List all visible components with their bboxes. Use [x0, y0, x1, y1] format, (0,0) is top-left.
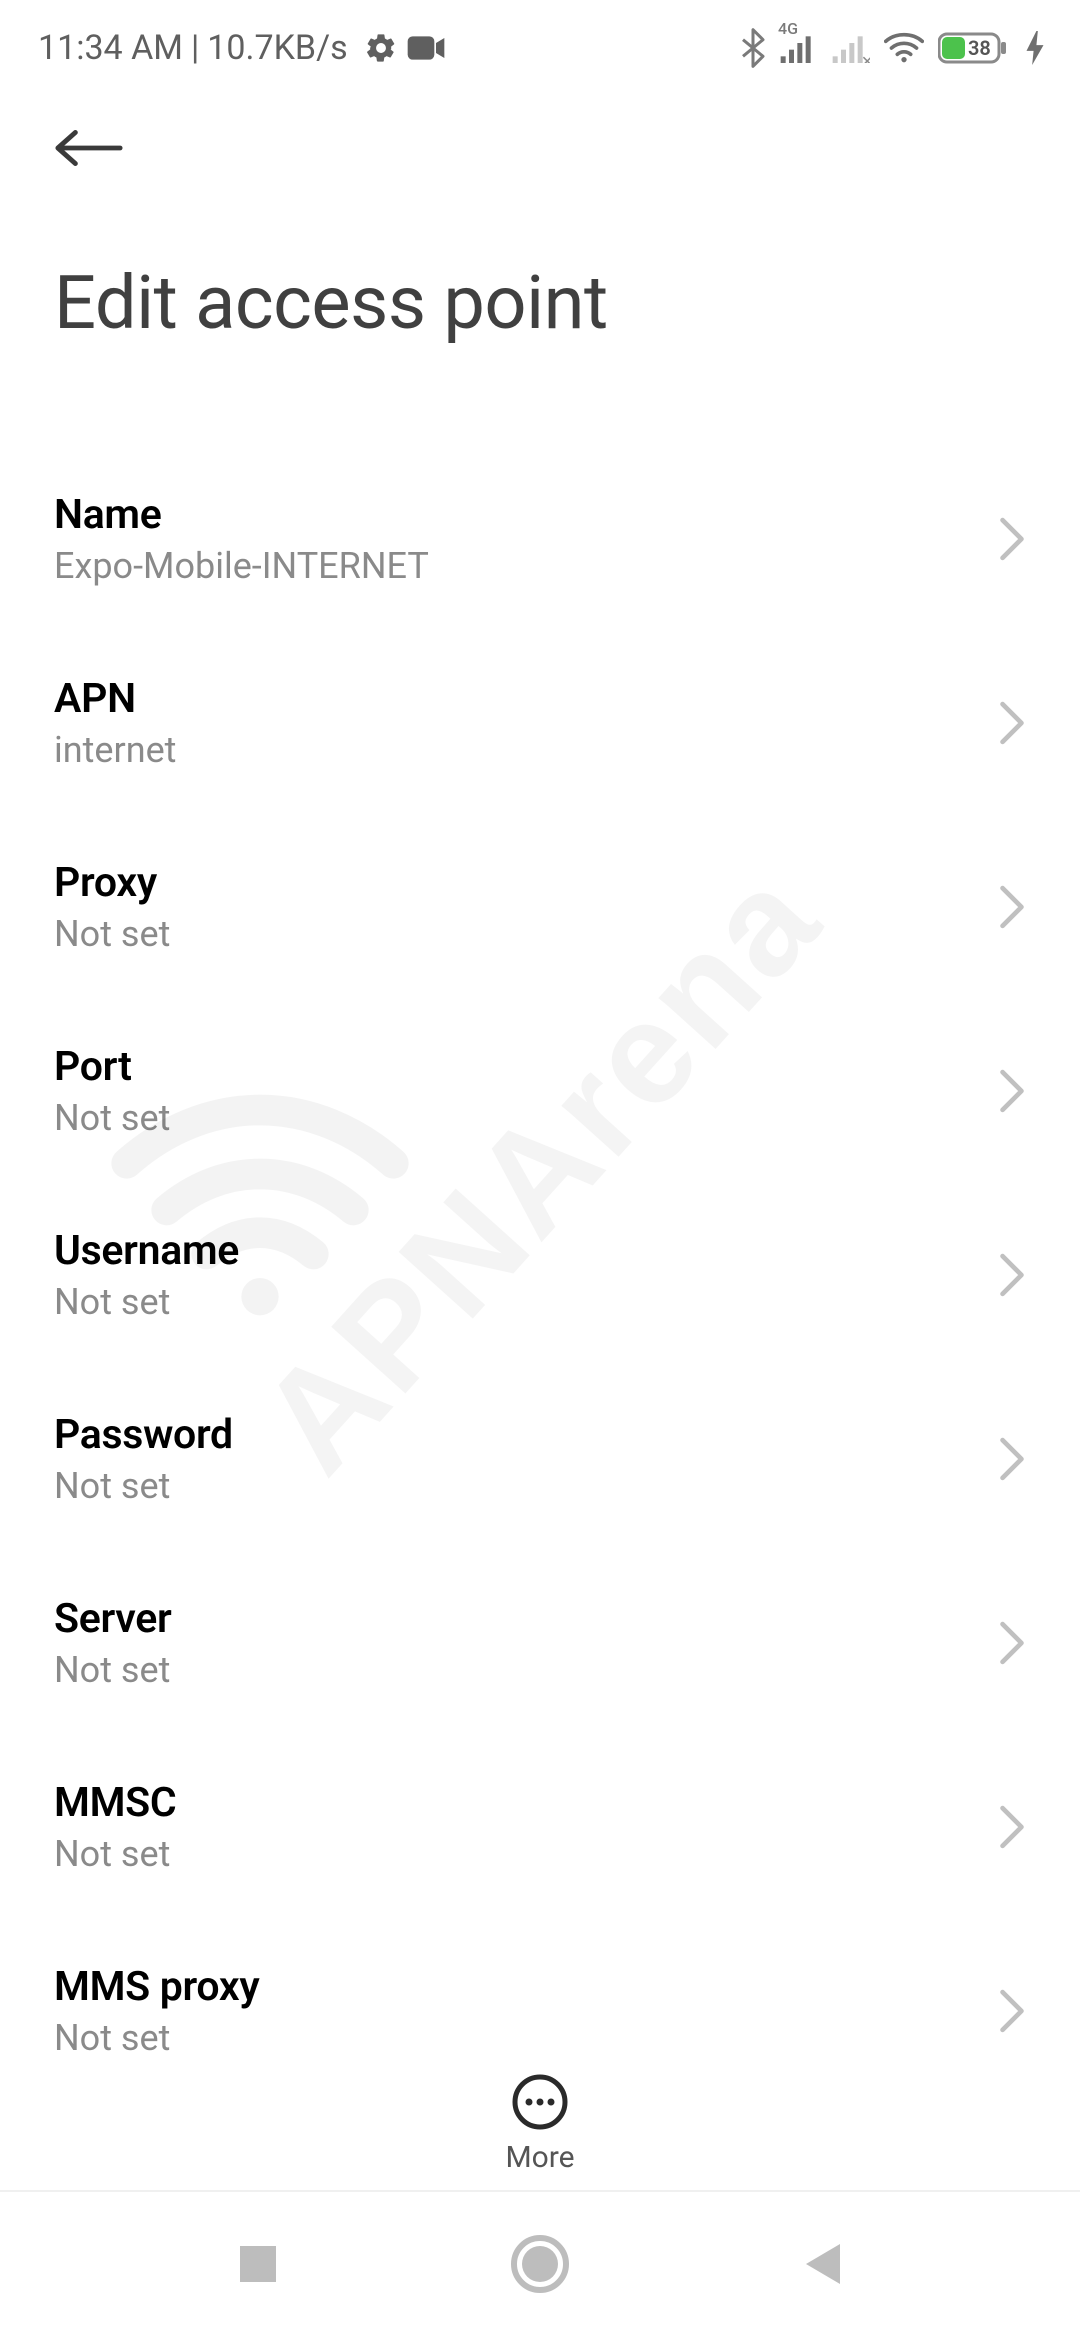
setting-value: Not set [54, 1649, 172, 1691]
signal-1-icon: 4G [780, 33, 818, 63]
chevron-right-icon [998, 1069, 1026, 1113]
setting-title: Proxy [54, 859, 170, 907]
setting-value: Expo-Mobile-INTERNET [54, 545, 429, 587]
battery-icon: 38 [938, 31, 1012, 65]
battery-text: 38 [968, 36, 991, 60]
setting-title: MMS proxy [54, 1963, 259, 2011]
setting-title: Server [54, 1595, 172, 1643]
setting-title: Name [54, 491, 429, 539]
circle-icon [511, 2235, 569, 2293]
setting-title: Username [54, 1227, 239, 1275]
status-separator: | [191, 28, 199, 68]
gear-icon [364, 31, 398, 65]
bluetooth-icon [740, 28, 766, 68]
setting-value: Not set [54, 2017, 259, 2059]
videocam-icon [406, 34, 446, 62]
app-bar [0, 78, 1080, 170]
chevron-right-icon [998, 701, 1026, 745]
settings-list: Name Expo-Mobile-INTERNET APN internet P… [0, 347, 1080, 2103]
status-time: 11:34 AM [38, 28, 183, 68]
setting-row-apn[interactable]: APN internet [0, 631, 1080, 815]
triangle-left-icon [800, 2240, 844, 2288]
bottom-action-bar: More [0, 2062, 1080, 2175]
setting-row-proxy[interactable]: Proxy Not set [0, 815, 1080, 999]
setting-value: Not set [54, 1833, 176, 1875]
status-bar: 11:34 AM | 10.7KB/s 4G ✕ 38 [0, 0, 1080, 78]
page-title: Edit access point [0, 170, 1080, 347]
setting-row-password[interactable]: Password Not set [0, 1367, 1080, 1551]
back-button[interactable] [54, 126, 124, 170]
setting-row-username[interactable]: Username Not set [0, 1183, 1080, 1367]
charging-icon [1026, 31, 1044, 65]
setting-title: Port [54, 1043, 170, 1091]
setting-value: Not set [54, 913, 170, 955]
back-arrow-icon [54, 128, 124, 168]
chevron-right-icon [998, 1989, 1026, 2033]
status-network-speed: 10.7KB/s [207, 28, 347, 68]
signal-2-icon: ✕ [832, 33, 870, 63]
setting-title: APN [54, 675, 176, 723]
chevron-right-icon [998, 885, 1026, 929]
nav-recents-button[interactable] [236, 2242, 280, 2290]
setting-value: Not set [54, 1465, 233, 1507]
chevron-right-icon [998, 1437, 1026, 1481]
navigation-bar [0, 2190, 1080, 2340]
setting-row-port[interactable]: Port Not set [0, 999, 1080, 1183]
setting-title: MMSC [54, 1779, 176, 1827]
setting-row-mmsc[interactable]: MMSC Not set [0, 1735, 1080, 1919]
wifi-icon [884, 32, 924, 64]
setting-value: Not set [54, 1281, 239, 1323]
setting-value: internet [54, 729, 176, 771]
setting-title: Password [54, 1411, 233, 1459]
status-right: 4G ✕ 38 [740, 28, 1044, 68]
status-left: 11:34 AM | 10.7KB/s [38, 28, 446, 68]
setting-value: Not set [54, 1097, 170, 1139]
chevron-right-icon [998, 517, 1026, 561]
more-label: More [505, 2140, 574, 2175]
chevron-right-icon [998, 1621, 1026, 1665]
nav-back-button[interactable] [800, 2240, 844, 2292]
setting-row-server[interactable]: Server Not set [0, 1551, 1080, 1735]
more-icon [512, 2074, 568, 2130]
square-icon [236, 2242, 280, 2286]
chevron-right-icon [998, 1253, 1026, 1297]
more-button[interactable]: More [505, 2074, 574, 2175]
setting-row-name[interactable]: Name Expo-Mobile-INTERNET [0, 447, 1080, 631]
svg-text:✕: ✕ [861, 52, 870, 63]
nav-home-button[interactable] [511, 2235, 569, 2297]
chevron-right-icon [998, 1805, 1026, 1849]
